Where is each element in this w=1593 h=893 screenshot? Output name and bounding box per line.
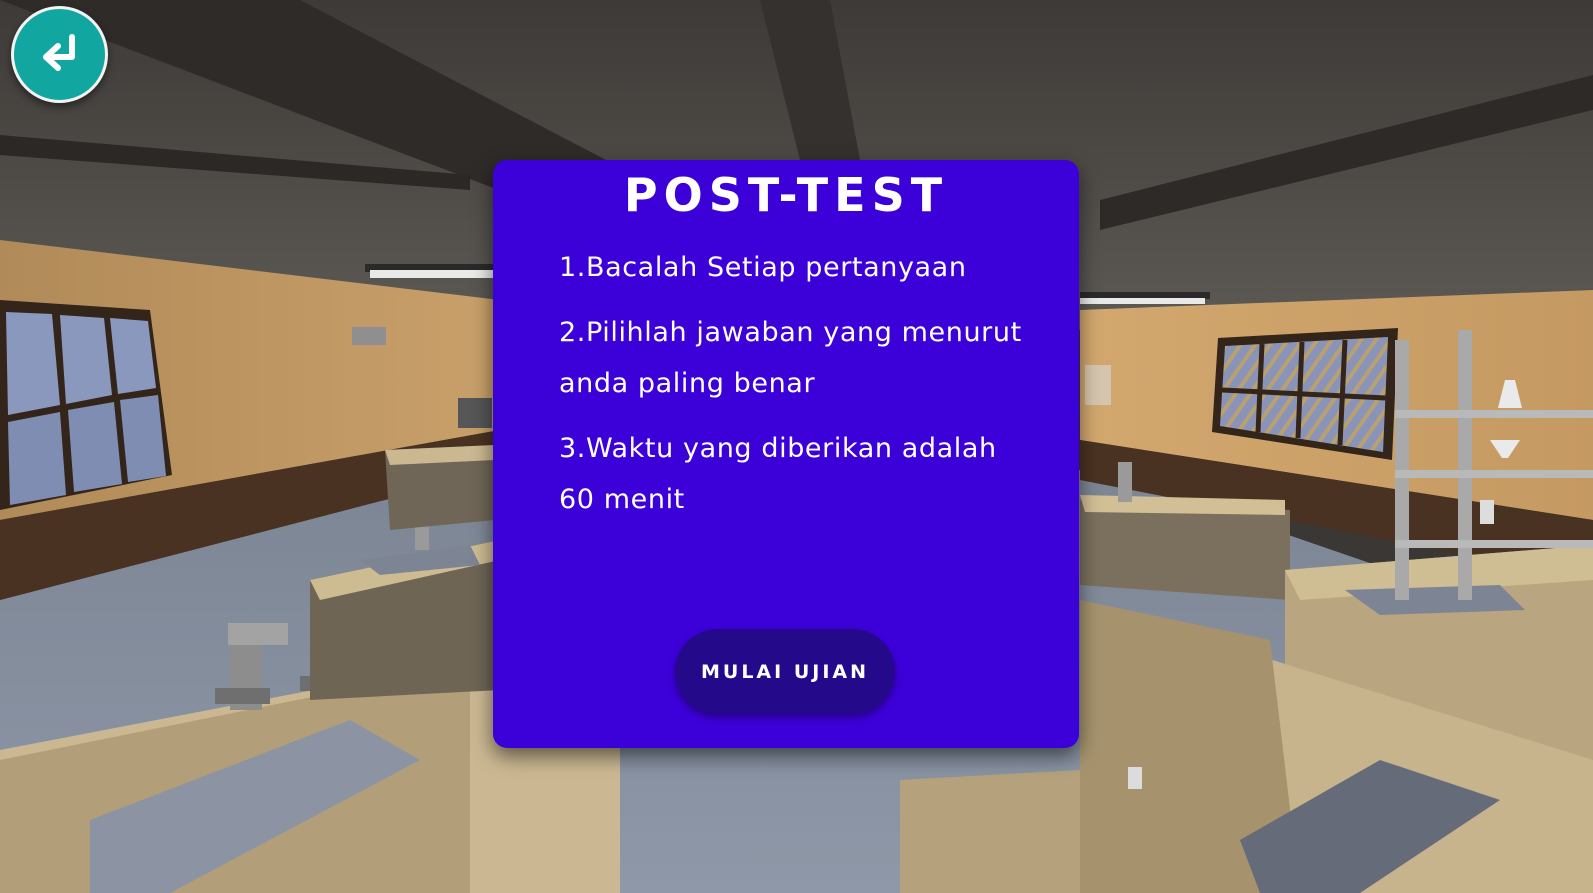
start-exam-button[interactable]: MULAI UJIAN <box>675 629 895 714</box>
rules-list: 1.Bacalah Setiap pertanyaan 2.Pilihlah j… <box>559 242 1029 539</box>
return-arrow-icon <box>42 33 75 71</box>
rule-item: 3.Waktu yang diberikan adalah 60 menit <box>559 433 997 515</box>
panel-title: POST-TEST <box>623 168 949 222</box>
rule-item: 1.Bacalah Setiap pertanyaan <box>559 252 967 283</box>
back-button[interactable] <box>11 6 108 103</box>
post-test-panel: POST-TEST 1.Bacalah Setiap pertanyaan 2.… <box>493 160 1079 748</box>
rule-item: 2.Pilihlah jawaban yang menurut anda pal… <box>559 317 1022 399</box>
